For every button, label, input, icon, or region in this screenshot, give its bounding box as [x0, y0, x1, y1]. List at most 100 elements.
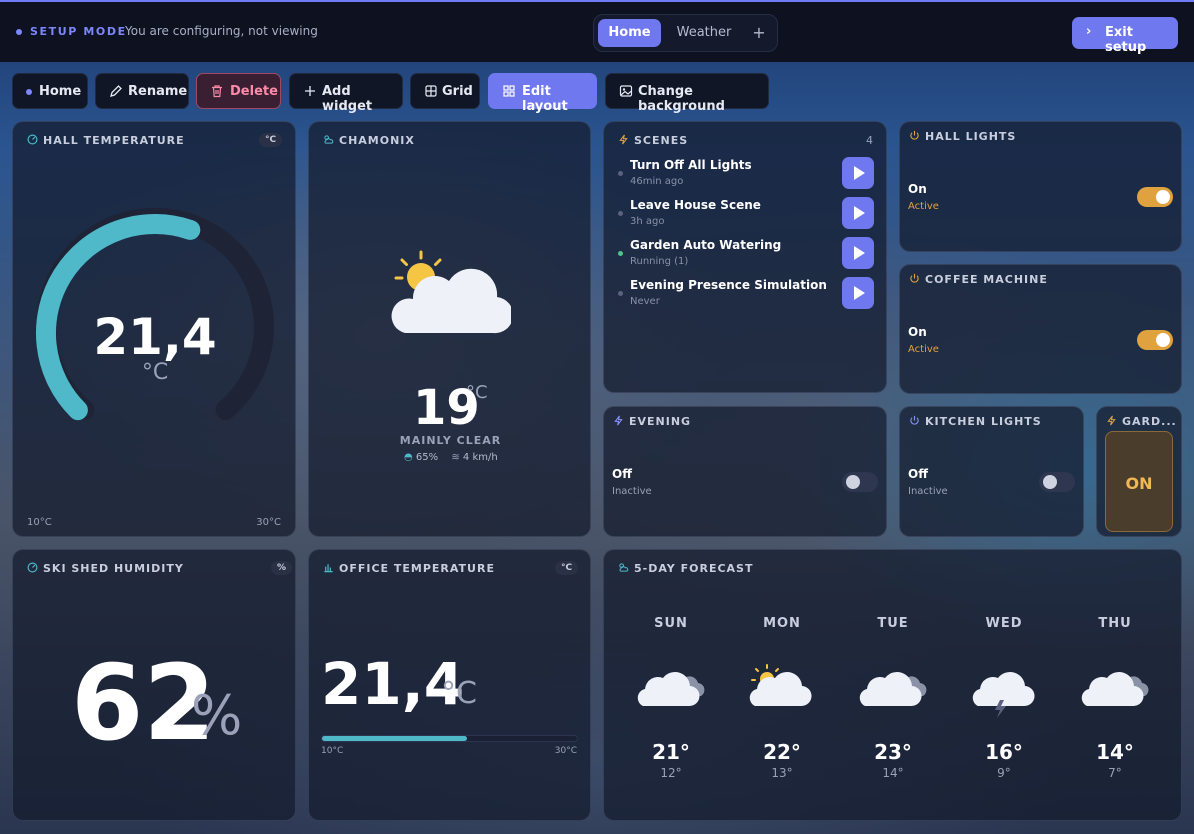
scene-status-dot: [618, 291, 623, 296]
gauge-icon: [27, 562, 38, 573]
chamonix-unit: °C: [466, 382, 488, 403]
scenes-count: 4: [866, 134, 873, 147]
ski-shed-humidity-card[interactable]: SKI SHED HUMIDITY % 62 %: [12, 549, 296, 821]
evening-status: Inactive: [612, 486, 652, 497]
ski-shed-humidity-unit: %: [191, 684, 243, 747]
office-temperature-unit: °C: [441, 676, 477, 711]
office-temperature-bar-fill: [322, 736, 468, 741]
setup-mode-description: You are configuring, not viewing: [125, 24, 318, 38]
forecast-high: 23°: [874, 740, 912, 764]
play-scene-button[interactable]: [842, 237, 874, 269]
lightning-icon: [1107, 415, 1116, 426]
garden-on-button[interactable]: ON: [1105, 431, 1173, 532]
play-scene-button[interactable]: [842, 157, 874, 189]
gauge-min-label: 10°C: [27, 517, 52, 528]
lightning-icon: [619, 134, 628, 145]
partly-sunny-icon: [749, 664, 812, 707]
add-widget-button[interactable]: Add widget: [289, 73, 403, 114]
scene-item: Turn Off All Lights 46min ago: [618, 157, 876, 192]
hall-lights-status: Active: [908, 201, 939, 212]
bar-chart-icon: [324, 564, 333, 573]
office-temperature-bar: [321, 735, 578, 742]
cloudy-icon: [1081, 671, 1149, 707]
scene-status-dot: [618, 251, 623, 256]
forecast-low: 9°: [997, 766, 1011, 780]
coffee-machine-title: COFFEE MACHINE: [925, 273, 1048, 286]
pencil-icon: [110, 85, 122, 97]
forecast-high: 22°: [763, 740, 801, 764]
unit-badge: °C: [555, 561, 579, 575]
forecast-low: 13°: [771, 766, 793, 780]
weather-icon: [324, 135, 334, 144]
power-icon: [910, 273, 919, 283]
grid-button[interactable]: Grid: [410, 73, 480, 109]
scene-item: Evening Presence Simulation Never: [618, 277, 876, 312]
hall-lights-toggle[interactable]: [1137, 187, 1173, 207]
tab-home[interactable]: Home: [598, 19, 661, 47]
exit-setup-button[interactable]: › Exit setup: [1072, 17, 1178, 55]
add-tab-icon[interactable]: +: [748, 19, 770, 47]
forecast-day-label: THU: [1098, 616, 1132, 631]
dashboard-tabs: Home Weather +: [593, 14, 778, 52]
office-temperature-title: OFFICE TEMPERATURE: [339, 562, 495, 575]
lightning-icon: [614, 415, 623, 426]
evening-title: EVENING: [629, 415, 692, 428]
coffee-machine-toggle[interactable]: [1137, 330, 1173, 350]
hall-temperature-card[interactable]: HALL TEMPERATURE °C 21,4 °C 10°C 30°C: [12, 121, 296, 537]
kitchen-lights-toggle[interactable]: [1039, 472, 1075, 492]
hall-lights-state: On: [908, 182, 927, 196]
kitchen-lights-title: KITCHEN LIGHTS: [925, 415, 1042, 428]
evening-card[interactable]: EVENING Off Inactive: [603, 406, 887, 537]
forecast-day-label: WED: [985, 616, 1023, 631]
garden-card: GARD... ON: [1096, 406, 1182, 537]
scene-item: Garden Auto Watering Running (1): [618, 237, 876, 272]
forecast-high: 16°: [985, 740, 1023, 764]
humidity-icon: ◓: [404, 452, 413, 463]
ski-shed-humidity-title: SKI SHED HUMIDITY: [43, 562, 184, 575]
wind-icon: ≋: [451, 452, 460, 463]
grid-icon: [425, 85, 437, 97]
garden-title: GARD...: [1122, 415, 1177, 428]
home-dot-icon: [26, 89, 32, 95]
chamonix-weather-card[interactable]: CHAMONIX 19 °C MAINLY CLEAR ◓ 65% ≋ 4 km…: [308, 121, 591, 537]
delete-button[interactable]: Delete: [196, 73, 281, 109]
partly-sunny-icon: [391, 250, 511, 334]
bar-max-label: 30°C: [554, 746, 577, 756]
scenes-card: SCENES 4 Turn Off All Lights 46min ago L…: [603, 121, 887, 393]
tab-weather[interactable]: Weather: [670, 19, 738, 47]
office-temperature-card[interactable]: OFFICE TEMPERATURE °C 21,4 °C 10°C 30°C: [308, 549, 591, 821]
setup-mode-label: SETUP MODE: [30, 25, 127, 38]
scenes-title: SCENES: [634, 134, 689, 147]
scene-item: Leave House Scene 3h ago: [618, 197, 876, 232]
play-scene-button[interactable]: [842, 197, 874, 229]
kitchen-lights-card[interactable]: KITCHEN LIGHTS Off Inactive: [899, 406, 1084, 537]
forecast-card[interactable]: 5-DAY FORECAST SUN 21° 12° MON 22° 13° T…: [603, 549, 1182, 821]
play-scene-button[interactable]: [842, 277, 874, 309]
top-bar: SETUP MODE You are configuring, not view…: [0, 0, 1194, 62]
forecast-high: 21°: [652, 740, 690, 764]
coffee-machine-state: On: [908, 325, 927, 339]
gauge-max-label: 30°C: [256, 517, 281, 528]
forecast-day-label: SUN: [654, 616, 688, 631]
power-icon: [910, 130, 919, 140]
cloudy-icon: [859, 671, 927, 707]
coffee-machine-card[interactable]: COFFEE MACHINE On Active: [899, 264, 1182, 394]
change-background-button[interactable]: Change background: [605, 73, 769, 114]
home-button[interactable]: Home: [12, 73, 88, 109]
trash-icon: [212, 85, 222, 98]
forecast-low: 12°: [660, 766, 682, 780]
kitchen-lights-state: Off: [908, 467, 928, 481]
evening-state: Off: [612, 467, 632, 481]
rename-button[interactable]: Rename: [95, 73, 189, 109]
image-icon: [619, 85, 633, 97]
plus-icon: [305, 86, 315, 96]
evening-toggle[interactable]: [842, 472, 878, 492]
chevron-right-icon: ›: [1086, 24, 1092, 39]
chamonix-wind: 4 km/h: [462, 452, 498, 463]
hall-lights-card[interactable]: HALL LIGHTS On Active: [899, 121, 1182, 252]
forecast-title: 5-DAY FORECAST: [634, 562, 754, 575]
power-icon: [910, 415, 919, 425]
edit-layout-button[interactable]: Edit layout: [488, 73, 597, 114]
forecast-low: 14°: [882, 766, 904, 780]
scene-status-dot: [618, 171, 623, 176]
